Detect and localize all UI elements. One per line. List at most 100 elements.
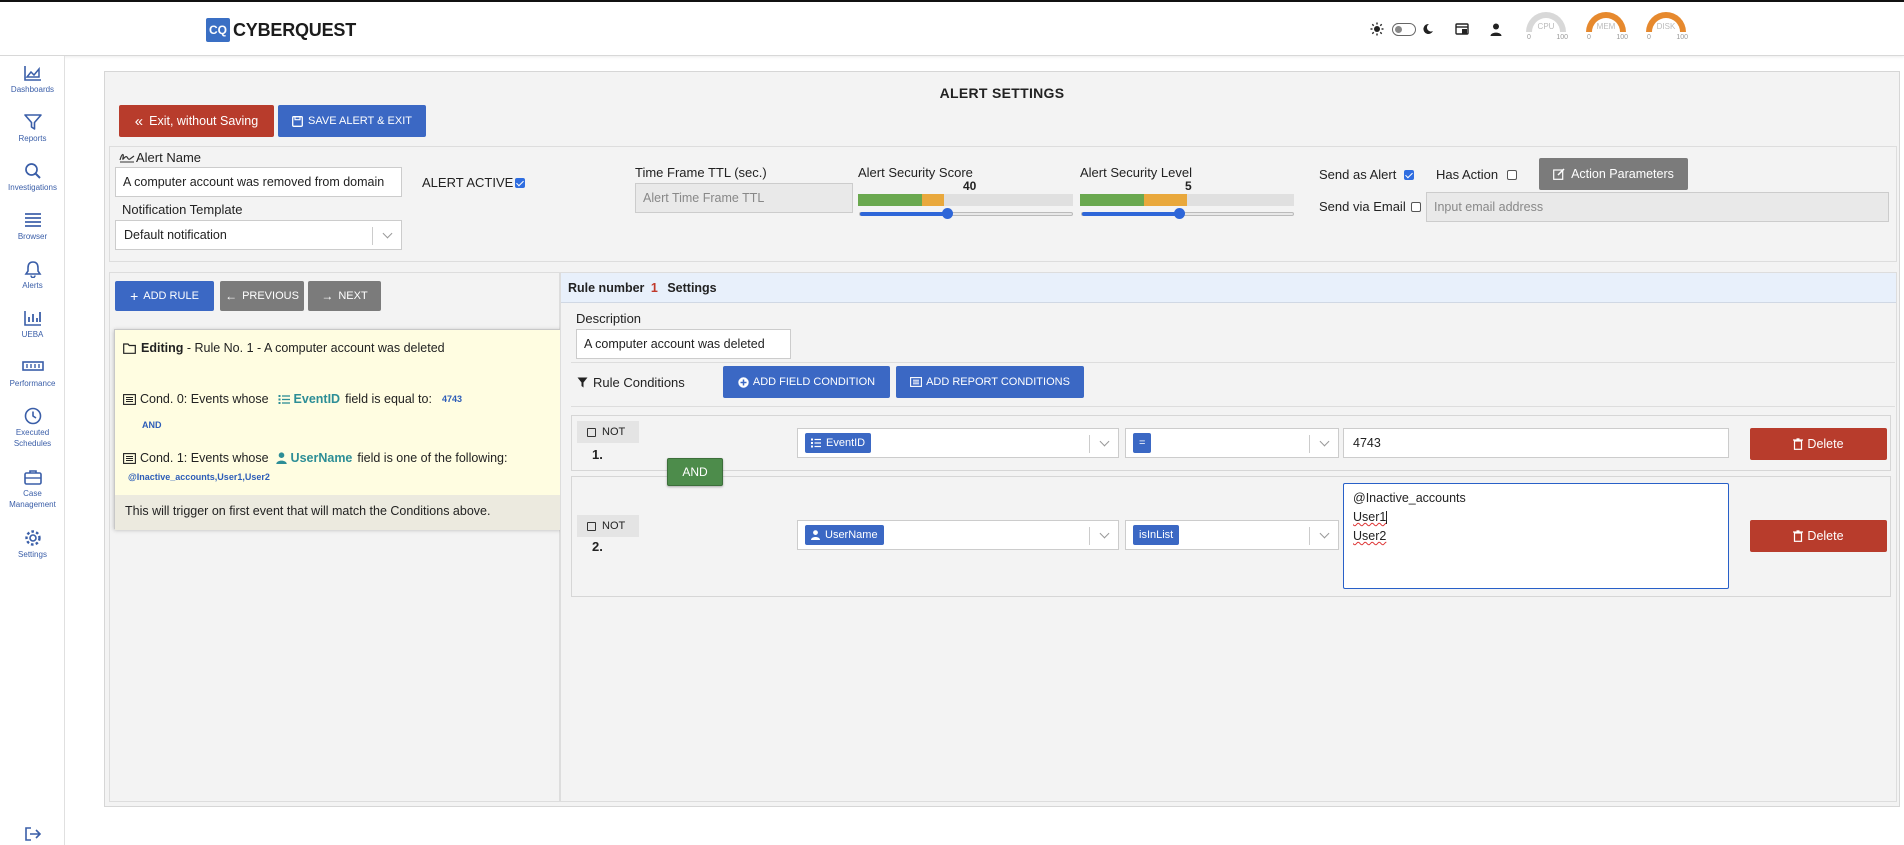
delete-condition-button[interactable]: Delete	[1750, 520, 1887, 552]
condition-1: Cond. 1: Events whose UserName field is …	[123, 451, 507, 465]
action-parameters-button[interactable]: Action Parameters	[1539, 158, 1688, 190]
list-icon	[24, 213, 41, 227]
clock-icon	[24, 407, 41, 425]
bar-chart-icon	[23, 311, 41, 326]
sun-icon	[1368, 14, 1386, 44]
send-as-alert-label: Send as Alert	[1319, 167, 1397, 182]
notification-template-label: Notification Template	[122, 202, 243, 217]
user-icon	[811, 530, 820, 540]
rule-conditions-label: Rule Conditions	[593, 375, 685, 390]
briefcase-icon	[23, 470, 42, 485]
cpu-gauge: CPU 0 100	[1524, 12, 1568, 44]
list-ordered-icon	[811, 438, 821, 448]
rules-list-column: + ADD RULE ← PREVIOUS → NEXT Editing - R…	[109, 272, 562, 802]
save-alert-exit-button[interactable]: SAVE ALERT & EXIT	[278, 105, 426, 137]
performance-icon	[21, 361, 44, 371]
next-rule-button[interactable]: → NEXT	[308, 281, 381, 311]
arrow-left-icon: ←	[225, 289, 238, 303]
sidebar-item-ueba[interactable]: UEBA	[0, 309, 65, 340]
delete-condition-button[interactable]: Delete	[1750, 428, 1887, 460]
theme-toggle[interactable]	[1391, 14, 1417, 44]
plus-circle-icon	[738, 376, 749, 388]
send-via-email-label: Send via Email	[1319, 199, 1406, 214]
ttl-input[interactable]: Alert Time Frame TTL	[635, 183, 853, 213]
sidebar-item-executed-schedules[interactable]: Executed Schedules	[0, 407, 65, 449]
security-level-slider[interactable]	[1081, 208, 1294, 219]
condition-value-input[interactable]: 4743	[1343, 428, 1729, 458]
chart-area-icon	[23, 66, 41, 81]
rule-card[interactable]: Editing - Rule No. 1 - A computer accoun…	[114, 329, 562, 530]
field-select[interactable]: EventID	[797, 428, 1119, 458]
row-number: 2.	[592, 539, 603, 554]
send-via-email-checkbox[interactable]	[1411, 202, 1421, 212]
security-level-bar	[1080, 194, 1294, 206]
not-checkbox[interactable]: NOT	[577, 515, 639, 537]
logo-mark: CQ	[206, 18, 230, 42]
alert-name-input[interactable]: A computer account was removed from doma…	[115, 167, 402, 197]
trash-icon	[1793, 530, 1804, 542]
logo[interactable]: CQ CYBERQUEST	[206, 18, 356, 42]
rule-card-title: Editing - Rule No. 1 - A computer accoun…	[123, 341, 445, 355]
add-report-conditions-button[interactable]: ADD REPORT CONDITIONS	[896, 366, 1084, 398]
sidebar-item-case-management[interactable]: Case Management	[0, 468, 65, 510]
edit-icon	[1553, 168, 1565, 180]
sidebar-item-alerts[interactable]: Alerts	[0, 260, 65, 291]
security-score-slider[interactable]	[859, 208, 1073, 219]
description-input[interactable]: A computer account was deleted	[576, 329, 791, 359]
security-score-label: Alert Security Score	[858, 165, 973, 180]
has-action-label: Has Action	[1436, 167, 1499, 182]
operator-select[interactable]: isInList	[1125, 520, 1339, 550]
security-score-value: 40	[963, 179, 977, 193]
moon-icon	[1420, 14, 1436, 44]
trash-icon	[1793, 438, 1804, 450]
condition-and-label: AND	[142, 420, 162, 430]
slider-handle[interactable]	[1174, 208, 1185, 219]
gear-icon	[24, 530, 41, 546]
not-checkbox[interactable]: NOT	[577, 421, 639, 443]
alert-settings-form: Alert Name A computer account was remove…	[109, 146, 1897, 262]
add-field-condition-button[interactable]: ADD FIELD CONDITION	[723, 366, 890, 398]
signature-icon	[119, 153, 135, 163]
sidebar-item-performance[interactable]: Performance	[0, 358, 65, 389]
exit-without-saving-button[interactable]: « Exit, without Saving	[119, 105, 274, 137]
operator-select[interactable]: =	[1125, 428, 1339, 458]
security-level-label: Alert Security Level	[1080, 165, 1192, 180]
list-ordered-icon	[278, 394, 290, 404]
filter-icon	[577, 377, 588, 388]
sidebar-item-reports[interactable]: Reports	[0, 113, 65, 144]
user-icon[interactable]	[1488, 14, 1504, 44]
sidebar: Dashboards Reports Investigations Browse…	[0, 56, 65, 845]
condition-row-2: NOT 2. UserName isInList @Inactive_accou…	[571, 476, 1891, 597]
and-connector-badge[interactable]: AND	[667, 458, 723, 486]
trigger-note: This will trigger on first event that wi…	[115, 495, 562, 530]
chevron-down-icon	[1099, 528, 1110, 539]
field-select[interactable]: UserName	[797, 520, 1119, 550]
send-as-alert-checkbox[interactable]	[1404, 170, 1414, 180]
sidebar-item-dashboards[interactable]: Dashboards	[0, 64, 65, 95]
email-input[interactable]: Input email address	[1426, 192, 1889, 222]
save-icon	[292, 115, 303, 127]
slider-handle[interactable]	[942, 208, 953, 219]
report-icon	[910, 377, 923, 387]
notification-template-select[interactable]: Default notification	[115, 220, 402, 250]
chevron-down-icon	[382, 228, 393, 239]
logout-icon[interactable]	[0, 826, 65, 844]
has-action-checkbox[interactable]	[1507, 170, 1517, 180]
add-rule-button[interactable]: + ADD RULE	[115, 281, 214, 311]
rule-settings-header: Rule number 1 Settings	[561, 273, 1896, 303]
list-alt-icon	[123, 393, 136, 405]
sidebar-item-settings[interactable]: Settings	[0, 529, 65, 560]
alert-active-checkbox[interactable]	[515, 178, 525, 188]
condition-values-textarea[interactable]: @Inactive_accounts User1 User2	[1343, 483, 1729, 589]
sidebar-item-investigations[interactable]: Investigations	[0, 162, 65, 193]
browser-window-icon[interactable]	[1453, 14, 1471, 44]
previous-rule-button[interactable]: ← PREVIOUS	[220, 281, 304, 311]
chevron-down-icon	[1319, 436, 1330, 447]
page-title: ALERT SETTINGS	[939, 85, 1065, 101]
disk-gauge: DISK 0 100	[1644, 12, 1688, 44]
condition-1-values: @Inactive_accounts,User1,User2	[128, 472, 270, 482]
filter-icon	[23, 114, 42, 130]
alert-settings-panel: ALERT SETTINGS « Exit, without Saving SA…	[104, 71, 1900, 807]
sidebar-item-browser[interactable]: Browser	[0, 211, 65, 242]
arrow-right-icon: →	[321, 289, 334, 303]
